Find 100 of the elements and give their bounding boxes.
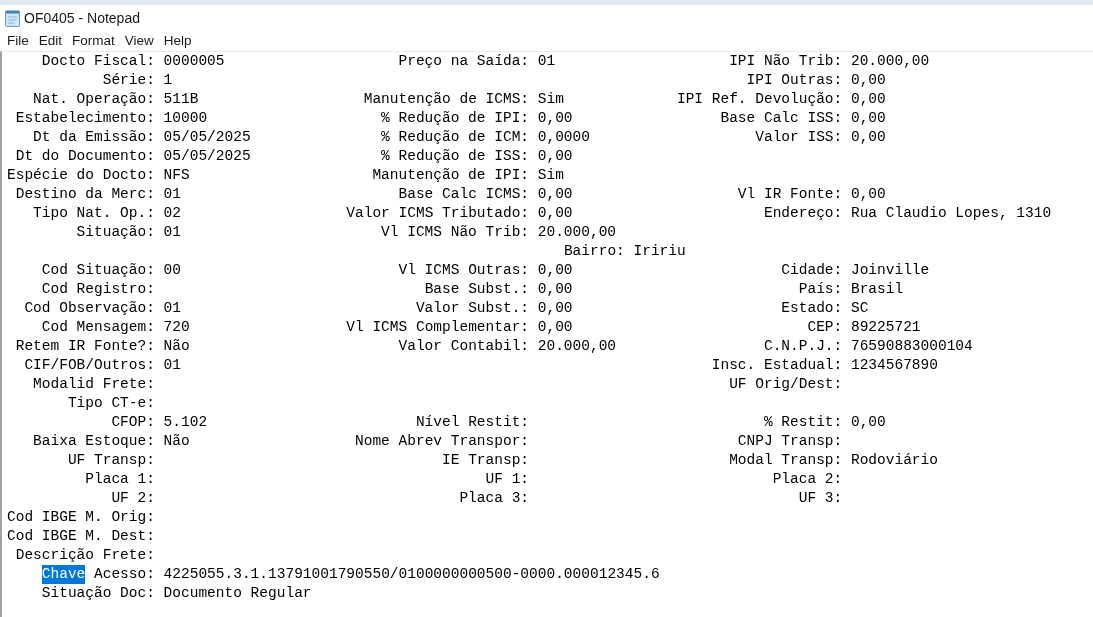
field-label: Tipo CT-e:: [67, 394, 155, 413]
menu-item[interactable]: Help: [158, 31, 197, 51]
field-label: Cod Mensagem:: [41, 318, 155, 337]
menu-item[interactable]: Format: [67, 31, 120, 51]
field-value: 1234567890: [850, 356, 938, 375]
field-value: 01: [163, 356, 181, 375]
field-value: 511B: [163, 90, 199, 109]
field-label: IE Transp:: [442, 451, 530, 470]
window-title: OF0405 - Notepad: [24, 10, 140, 26]
field-value: Rodoviário: [850, 451, 938, 470]
field-value: 0,00: [537, 299, 573, 318]
field-label: Estabelecimento:: [15, 109, 155, 128]
field-label: Docto Fiscal:: [41, 52, 155, 71]
field-label: Endereço:: [763, 204, 843, 223]
field-value: 20.000,00: [537, 337, 617, 356]
field-label: Espécie do Docto:: [7, 166, 155, 185]
field-label: Nível Restit:: [415, 413, 530, 432]
field-label: UF 3:: [798, 489, 843, 508]
field-value: 10000: [163, 109, 208, 128]
field-value: 76590883000104: [850, 337, 973, 356]
field-value: 1: [163, 71, 173, 90]
field-label: Vl ICMS Outras:: [398, 261, 530, 280]
field-value: SC: [850, 299, 869, 318]
field-value: 89225721: [850, 318, 921, 337]
field-value: 0,00: [537, 318, 573, 337]
field-label: CFOP:: [111, 413, 155, 432]
field-label: Modalid Frete:: [33, 375, 155, 394]
field-label: Placa 1:: [85, 470, 155, 489]
field-label: Placa 2:: [772, 470, 843, 489]
field-label: Manutenção de IPI:: [372, 166, 530, 185]
field-value: 0,00: [537, 261, 573, 280]
field-value: 0000005: [163, 52, 225, 71]
field-value: Não: [163, 432, 190, 451]
field-value: Documento Regular: [163, 584, 312, 603]
field-label: % Redução de ICM:: [381, 128, 530, 147]
field-value: Brasil: [850, 280, 904, 299]
field-label: UF 2:: [111, 489, 155, 508]
field-label: Valor ICMS Tributado:: [346, 204, 530, 223]
field-value: 05/05/2025: [163, 147, 251, 166]
field-label: % Redução de IPI:: [381, 109, 530, 128]
field-label: Cod IBGE M. Orig:: [7, 508, 155, 527]
field-label: Bairro:: [563, 242, 625, 261]
field-label: Nome Abrev Transpor:: [355, 432, 530, 451]
field-label: Manutenção de ICMS:: [363, 90, 530, 109]
field-value: Rua Claudio Lopes, 1310: [850, 204, 1052, 223]
field-label: % Restit:: [763, 413, 843, 432]
selected-text: Chave: [41, 565, 86, 584]
field-label: % Redução de ISS:: [381, 147, 530, 166]
notepad-icon: [5, 9, 20, 27]
field-label: CNPJ Transp:: [737, 432, 843, 451]
field-value: 20.000,00: [850, 52, 930, 71]
field-label: Vl ICMS Não Trib:: [381, 223, 530, 242]
field-value: 02: [163, 204, 181, 223]
field-value: 00: [163, 261, 181, 280]
field-value: 01: [163, 223, 181, 242]
field-label: Base Calc ICMS:: [398, 185, 530, 204]
field-value: 01: [163, 185, 181, 204]
field-label: Base Subst.:: [424, 280, 530, 299]
field-label: Cidade:: [781, 261, 843, 280]
menu-item[interactable]: File: [2, 31, 34, 51]
field-value: 01: [537, 52, 556, 71]
field-label: Situação:: [76, 223, 155, 242]
field-value: 0,00: [850, 71, 886, 90]
field-label: Cod Situação:: [41, 261, 155, 280]
field-value: 5.102: [163, 413, 208, 432]
field-value: 0,00: [850, 109, 886, 128]
menu-item[interactable]: View: [119, 31, 159, 51]
field-value: 0,00: [537, 109, 573, 128]
field-label: Tipo Nat. Op.:: [33, 204, 155, 223]
field-label: UF 1:: [485, 470, 530, 489]
field-label: Série:: [102, 71, 155, 90]
field-label: Valor ISS:: [755, 128, 843, 147]
field-label: Descrição Frete:: [15, 546, 155, 565]
field-label: Cod IBGE M. Dest:: [7, 527, 155, 546]
field-label: CIF/FOB/Outros:: [24, 356, 155, 375]
field-label: Base Calc ISS:: [720, 109, 843, 128]
field-label: IPI Ref. Devolução:: [676, 90, 843, 109]
field-label: País:: [798, 280, 843, 299]
field-label: Retem IR Fonte?:: [15, 337, 155, 356]
field-label: Estado:: [781, 299, 843, 318]
field-label: IPI Outras:: [746, 71, 843, 90]
field-label: Dt da Emissão:: [33, 128, 155, 147]
field-value: Sim: [537, 166, 564, 185]
field-value: NFS: [163, 166, 190, 185]
field-value: Não: [163, 337, 190, 356]
field-label: Destino da Merc:: [15, 185, 155, 204]
field-label: Vl IR Fonte:: [737, 185, 843, 204]
field-value: 0,00: [850, 90, 886, 109]
field-label: Cod Observação:: [24, 299, 155, 318]
field-value: 0,0000: [537, 128, 590, 147]
field-value: Iririu: [633, 242, 686, 261]
field-value: 20.000,00: [537, 223, 617, 242]
menu-item[interactable]: Edit: [33, 31, 68, 51]
field-value: Joinville: [850, 261, 930, 280]
field-label: Placa 3:: [459, 489, 530, 508]
field-label: CEP:: [807, 318, 843, 337]
field-value: 0,00: [850, 128, 886, 147]
field-value: 0,00: [537, 147, 573, 166]
field-label: Preço na Saída:: [398, 52, 530, 71]
field-value: 01: [163, 299, 181, 318]
